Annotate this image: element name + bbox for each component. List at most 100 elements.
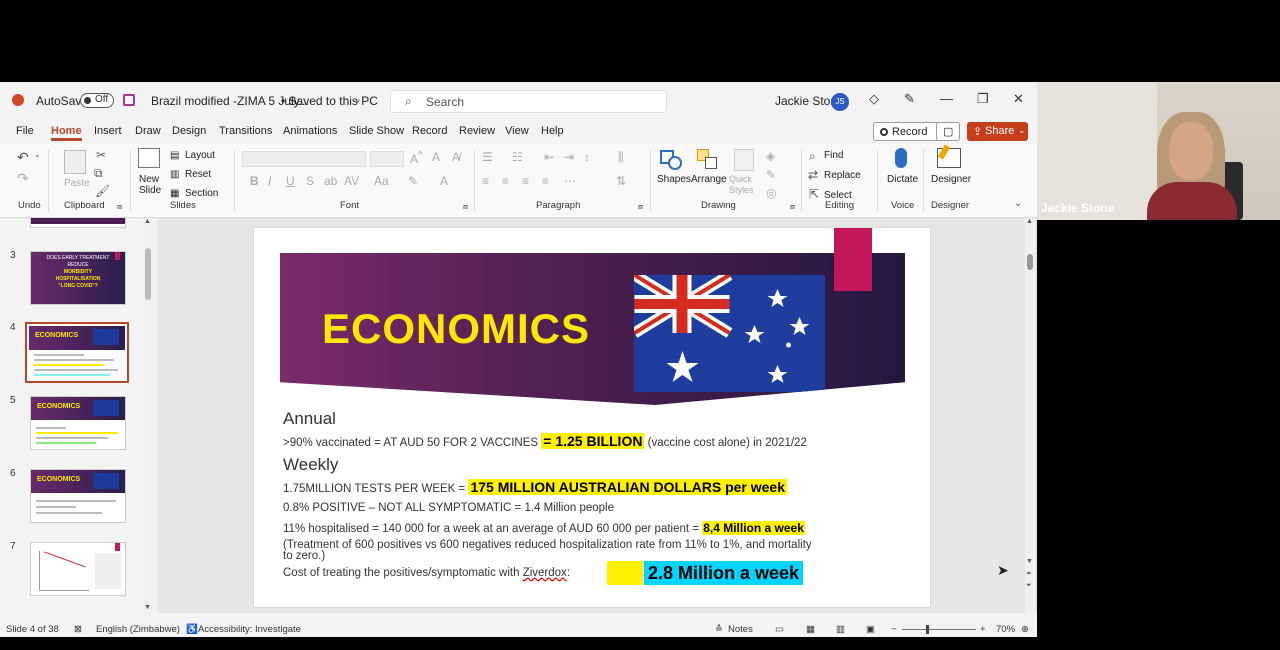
tab-help[interactable]: Help: [541, 125, 564, 137]
zoom-in-icon[interactable]: +: [980, 624, 986, 635]
tab-design[interactable]: Design: [172, 125, 206, 137]
save-icon[interactable]: [123, 94, 135, 106]
tab-slide-show[interactable]: Slide Show: [349, 125, 404, 137]
scroll-down-icon[interactable]: ▼: [1026, 558, 1033, 565]
strikethrough-icon[interactable]: S: [306, 174, 314, 188]
zoom-slider-thumb[interactable]: [926, 625, 929, 634]
slide-canvas[interactable]: ECONOMICS Annual >90% vaccinated = AT AU…: [253, 227, 931, 608]
find-button[interactable]: Find: [824, 150, 843, 161]
scroll-up-icon[interactable]: ▲: [1026, 218, 1033, 225]
tab-file[interactable]: File: [16, 125, 34, 137]
shape-fill-icon[interactable]: ◈: [766, 149, 775, 163]
pen-icon[interactable]: ✎: [904, 91, 915, 107]
zoom-slider[interactable]: [902, 625, 976, 634]
shape-outline-icon[interactable]: ✎: [766, 168, 776, 182]
designer-button[interactable]: Designer: [931, 174, 971, 185]
replace-icon[interactable]: ⇄: [808, 168, 818, 182]
language-indicator[interactable]: English (Zimbabwe): [96, 624, 180, 635]
font-size-field[interactable]: [370, 151, 404, 167]
layout-icon[interactable]: ▤: [170, 150, 179, 161]
layout-button[interactable]: Layout: [185, 150, 215, 161]
designer-icon[interactable]: [937, 144, 961, 168]
editor-scrollbar[interactable]: ▲ ▼ ⏶ ⏷: [1025, 218, 1035, 613]
char-spacing-icon[interactable]: AV: [344, 174, 359, 188]
increase-font-icon[interactable]: A^: [410, 150, 423, 166]
accessibility-icon[interactable]: ♿: [186, 624, 198, 635]
slide-title[interactable]: ECONOMICS: [322, 305, 590, 353]
dialog-launcher-icon[interactable]: ⧈: [790, 202, 795, 212]
weekly-heading[interactable]: Weekly: [283, 455, 338, 475]
shape-effects-icon[interactable]: ◎: [766, 186, 776, 200]
spell-check-icon[interactable]: ⊠: [74, 624, 82, 635]
shapes-icon[interactable]: [660, 150, 682, 170]
format-painter-icon[interactable]: 🖌: [95, 184, 110, 198]
scroll-up-icon[interactable]: ▲: [144, 218, 151, 225]
columns-icon[interactable]: ⫼: [618, 150, 624, 165]
line-spacing-icon[interactable]: ↕: [584, 150, 590, 164]
arrange-button[interactable]: Arrange: [691, 174, 727, 185]
reset-button[interactable]: Reset: [185, 169, 211, 180]
thumbnail-slide-6[interactable]: ECONOMICS: [30, 469, 126, 523]
font-name-field[interactable]: [242, 151, 366, 167]
minimize-icon[interactable]: —: [940, 91, 953, 106]
redo-icon[interactable]: ↷: [17, 170, 29, 187]
numbering-icon[interactable]: ☷: [512, 150, 523, 164]
bold-icon[interactable]: B: [250, 174, 259, 188]
tab-review[interactable]: Review: [459, 125, 495, 137]
thumbnail-slide-7[interactable]: [30, 542, 126, 596]
slide-sorter-icon[interactable]: ▦: [806, 624, 815, 635]
copy-icon[interactable]: ⧉: [94, 166, 103, 181]
tab-draw[interactable]: Draw: [135, 125, 161, 137]
clear-formatting-icon[interactable]: A̸: [452, 150, 460, 164]
thumbnail-scrollbar[interactable]: ▲ ▼: [143, 218, 153, 613]
scrollbar-thumb[interactable]: [145, 248, 151, 300]
character-spacing-icon[interactable]: ab: [324, 174, 337, 188]
zoom-level[interactable]: 70%: [996, 624, 1015, 635]
arrange-icon[interactable]: [697, 149, 719, 171]
dictate-button[interactable]: Dictate: [887, 174, 918, 185]
diamond-icon[interactable]: ◇: [869, 91, 879, 107]
tab-record[interactable]: Record: [412, 125, 447, 137]
justify-icon[interactable]: ≡: [542, 174, 549, 188]
distributed-icon[interactable]: ⋯: [564, 174, 576, 188]
quick-styles-icon[interactable]: [734, 149, 754, 171]
tab-insert[interactable]: Insert: [94, 125, 122, 137]
thumbnail-slide-3[interactable]: DOES EARLY TREATMENT REDUCE MORBIDITY HO…: [30, 251, 126, 305]
paste-label[interactable]: Paste: [64, 178, 90, 189]
thumbnail-slide-5[interactable]: ECONOMICS: [30, 396, 126, 450]
italic-icon[interactable]: I: [268, 174, 271, 188]
find-icon[interactable]: ⌕: [809, 149, 816, 164]
align-left-icon[interactable]: ≡: [482, 174, 489, 188]
tests-line[interactable]: 1.75MILLION TESTS PER WEEK = 175 MILLION…: [283, 479, 787, 495]
section-icon[interactable]: ▦: [170, 188, 179, 199]
positive-line[interactable]: 0.8% POSITIVE – NOT ALL SYMPTOMATIC = 1.…: [283, 502, 614, 514]
annual-heading[interactable]: Annual: [283, 409, 336, 429]
restore-icon[interactable]: ❐: [977, 91, 989, 107]
font-color-icon[interactable]: A: [440, 174, 448, 188]
treatment-note[interactable]: (Treatment of 600 positives vs 600 negat…: [283, 539, 812, 562]
thumbnail-partial[interactable]: [30, 218, 126, 228]
reading-view-icon[interactable]: ▥: [836, 624, 845, 635]
notes-button[interactable]: Notes: [728, 624, 753, 635]
share-button[interactable]: ⇪ Share ⌄: [967, 122, 1028, 141]
annual-line[interactable]: >90% vaccinated = AT AUD 50 FOR 2 VACCIN…: [283, 433, 807, 449]
dialog-launcher-icon[interactable]: ⧈: [638, 202, 643, 212]
hospital-line[interactable]: 11% hospitalised = 140 000 for a week at…: [283, 521, 805, 535]
dialog-launcher-icon[interactable]: ⧈: [463, 202, 468, 212]
tab-home[interactable]: Home: [51, 125, 82, 141]
decrease-indent-icon[interactable]: ⇤: [544, 150, 554, 164]
tab-view[interactable]: View: [505, 125, 529, 137]
accessibility-status[interactable]: Accessibility: Investigate: [198, 624, 301, 635]
highlighter-icon[interactable]: ✎: [408, 174, 418, 188]
normal-view-icon[interactable]: ▭: [775, 624, 784, 635]
replace-button[interactable]: Replace: [824, 170, 861, 181]
zoom-out-icon[interactable]: −: [891, 624, 897, 635]
bullets-icon[interactable]: ☰: [482, 150, 493, 164]
shapes-button[interactable]: Shapes: [657, 174, 691, 185]
close-icon[interactable]: ✕: [1013, 91, 1024, 107]
increase-indent-icon[interactable]: ⇥: [564, 150, 574, 164]
tab-animations[interactable]: Animations: [283, 125, 337, 137]
previous-slide-icon[interactable]: ⏶: [1026, 570, 1032, 578]
fit-to-window-icon[interactable]: ⊕: [1021, 624, 1029, 635]
underline-icon[interactable]: U: [286, 174, 295, 188]
